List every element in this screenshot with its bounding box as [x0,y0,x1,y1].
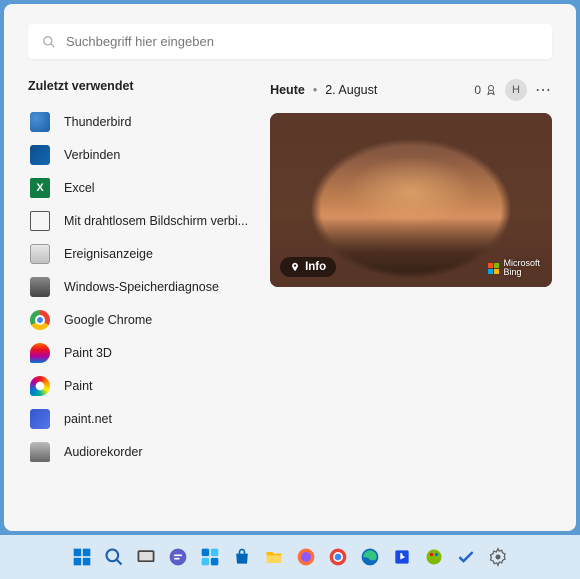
separator-dot: • [313,83,317,97]
microsoft-squares-icon [488,263,499,274]
recent-item-label: Ereignisanzeige [64,247,153,261]
taskbar-store-icon[interactable] [229,544,255,570]
recent-item-chrome[interactable]: Google Chrome [28,303,250,336]
recent-item-label: Paint 3D [64,346,112,360]
recent-item-label: Paint [64,379,93,393]
recent-item-verbinden[interactable]: Verbinden [28,138,250,171]
taskbar-bing-icon[interactable] [389,544,415,570]
taskbar-widgets-icon[interactable] [197,544,223,570]
recent-title: Zuletzt verwendet [28,79,250,93]
recent-item-paintnet[interactable]: paint.net [28,402,250,435]
recent-item-label: paint.net [64,412,112,426]
content-area: Zuletzt verwendet ThunderbirdVerbindenXE… [28,79,552,511]
chrome-icon [30,310,50,330]
excel-icon: X [30,178,50,198]
recent-item-label: Mit drahtlosem Bildschirm verbi... [64,214,248,228]
taskbar-start-icon[interactable] [69,544,95,570]
taskbar-settings-icon[interactable] [485,544,511,570]
taskbar-edge-icon[interactable] [357,544,383,570]
more-button[interactable]: ⋯ [535,80,552,100]
recent-item-paint[interactable]: Paint [28,369,250,402]
taskbar-explorer-icon[interactable] [261,544,287,570]
today-label: Heute [270,83,305,97]
recent-item-excel[interactable]: X Excel [28,171,250,204]
recent-item-label: Windows-Speicherdiagnose [64,280,219,294]
today-header: Heute • 2. August 0 H ⋯ [270,79,552,101]
info-chip[interactable]: Info [280,257,336,277]
paint-icon [30,376,50,396]
recent-item-label: Thunderbird [64,115,131,129]
today-date: 2. August [325,83,377,97]
drahtlos-icon [30,211,50,231]
taskbar-chat-icon[interactable] [165,544,191,570]
user-avatar[interactable]: H [505,79,527,101]
recent-item-audio[interactable]: Audiorekorder [28,435,250,468]
taskbar-search-icon[interactable] [101,544,127,570]
search-placeholder: Suchbegriff hier eingeben [66,34,214,49]
paintnet-icon [30,409,50,429]
search-box[interactable]: Suchbegriff hier eingeben [28,24,552,59]
thunderbird-icon [30,112,50,132]
recent-list: Thunderbird Verbinden X Excel Mit drahtlosem… [28,105,250,468]
taskbar-taskview-icon[interactable] [133,544,159,570]
taskbar-todo-icon[interactable] [453,544,479,570]
location-pin-icon [290,262,300,272]
search-icon [42,35,56,49]
medal-icon [485,84,497,96]
recent-item-speicher[interactable]: Windows-Speicherdiagnose [28,270,250,303]
recent-item-label: Verbinden [64,148,120,162]
recent-item-label: Excel [64,181,95,195]
recent-item-label: Google Chrome [64,313,152,327]
recent-item-ereignis[interactable]: Ereignisanzeige [28,237,250,270]
recent-column: Zuletzt verwendet ThunderbirdVerbindenXE… [28,79,250,511]
taskbar [0,535,580,579]
recent-item-drahtlos[interactable]: Mit drahtlosem Bildschirm verbi... [28,204,250,237]
paint3d-icon [30,343,50,363]
rewards-points[interactable]: 0 [474,83,497,97]
taskbar-chrome-icon[interactable] [325,544,351,570]
ereignis-icon [30,244,50,264]
speicher-icon [30,277,50,297]
bing-hero-image[interactable]: Info Microsoft Bing [270,113,552,287]
today-column: Heute • 2. August 0 H ⋯ Info Microso [270,79,552,511]
recent-item-thunderbird[interactable]: Thunderbird [28,105,250,138]
recent-item-label: Audiorekorder [64,445,143,459]
taskbar-firefox-icon[interactable] [293,544,319,570]
search-menu-window: Suchbegriff hier eingeben Zuletzt verwen… [4,4,576,531]
bing-logo: Microsoft Bing [488,259,540,277]
taskbar-paint-icon[interactable] [421,544,447,570]
audio-icon [30,442,50,462]
verbinden-icon [30,145,50,165]
recent-item-paint3d[interactable]: Paint 3D [28,336,250,369]
